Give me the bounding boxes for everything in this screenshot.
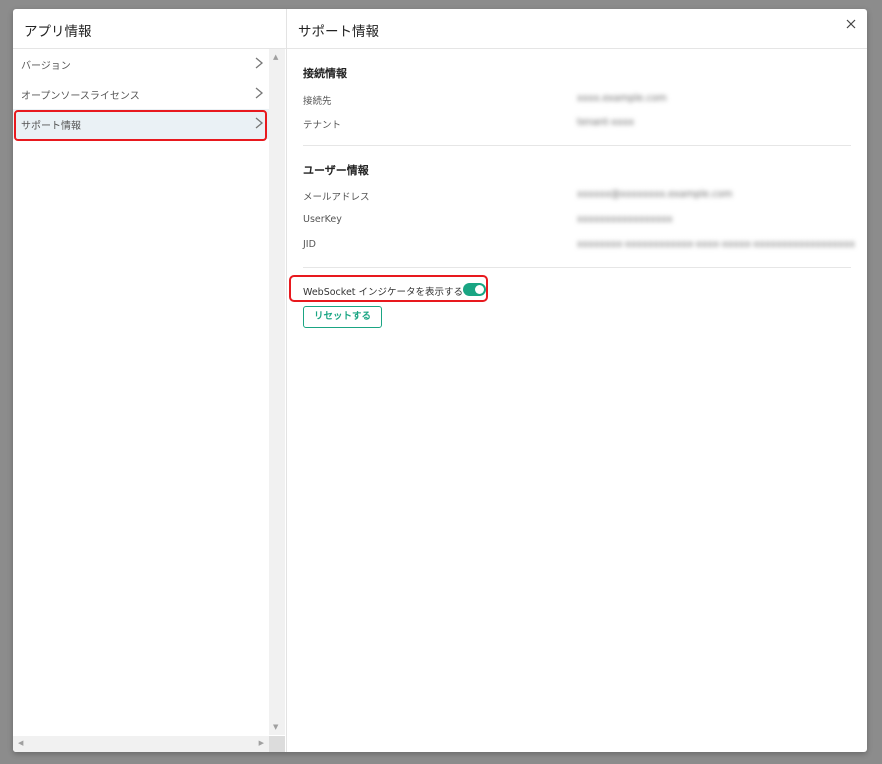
chevron-right-icon	[255, 87, 264, 99]
left-pane-header: アプリ情報	[13, 9, 286, 49]
scrollbar-corner	[269, 736, 285, 752]
nav-item-label: サポート情報	[21, 121, 81, 132]
nav-item-label: オープンソースライセンス	[21, 91, 140, 102]
tenant-value: tenant-xxxx	[577, 117, 635, 128]
scroll-left-arrow-icon[interactable]: ◀	[18, 739, 23, 747]
email-label: メールアドレス	[303, 192, 370, 203]
right-pane-header: サポート情報	[287, 9, 867, 49]
websocket-indicator-toggle[interactable]	[463, 283, 486, 296]
toggle-knob	[475, 285, 484, 294]
nav-item-support-info[interactable]: サポート情報	[13, 109, 269, 141]
scroll-down-arrow-icon[interactable]: ▼	[273, 723, 278, 731]
horizontal-scrollbar[interactable]: ◀ ▶	[13, 736, 269, 752]
close-icon[interactable]	[845, 18, 857, 30]
nav-item-version[interactable]: バージョン	[13, 49, 269, 79]
scroll-right-arrow-icon[interactable]: ▶	[259, 739, 264, 747]
connection-info-heading: 接続情報	[303, 67, 347, 80]
vertical-scrollbar[interactable]: ▲ ▼	[269, 49, 285, 735]
destination-value: xxxx.example.com	[577, 93, 667, 104]
chevron-right-icon	[255, 117, 264, 129]
app-info-dialog: アプリ情報 バージョン オープンソースライセンス サポート情報 ▲ ▼ ◀ ▶ …	[13, 9, 867, 752]
tenant-label: テナント	[303, 120, 342, 131]
nav-item-oss-license[interactable]: オープンソースライセンス	[13, 79, 269, 109]
jid-value: xxxxxxxx-xxxxxxxxxxxx-xxxx-xxxxx-xxxxxxx…	[577, 239, 855, 250]
userkey-label: UserKey	[303, 214, 342, 225]
nav-item-label: バージョン	[21, 61, 71, 72]
section-divider	[303, 267, 851, 268]
userkey-value: xxxxxxxxxxxxxxxxx	[577, 214, 673, 225]
section-divider	[303, 145, 851, 146]
right-pane-title: サポート情報	[298, 24, 379, 40]
right-pane: サポート情報 接続情報 接続先 xxxx.example.com テナント te…	[287, 9, 867, 752]
left-pane-title: アプリ情報	[24, 24, 92, 40]
nav-list: バージョン オープンソースライセンス サポート情報	[13, 49, 269, 141]
email-value: xxxxxx@xxxxxxxx.example.com	[577, 189, 733, 200]
scroll-up-arrow-icon[interactable]: ▲	[273, 53, 278, 61]
chevron-right-icon	[255, 57, 264, 69]
left-pane: アプリ情報 バージョン オープンソースライセンス サポート情報 ▲ ▼ ◀ ▶	[13, 9, 287, 752]
websocket-indicator-label: WebSocket インジケータを表示する	[303, 287, 464, 298]
user-info-heading: ユーザー情報	[303, 164, 369, 177]
reset-button[interactable]: リセットする	[303, 306, 382, 328]
destination-label: 接続先	[303, 96, 332, 107]
websocket-indicator-row: WebSocket インジケータを表示する	[289, 275, 488, 302]
jid-label: JID	[303, 239, 316, 250]
